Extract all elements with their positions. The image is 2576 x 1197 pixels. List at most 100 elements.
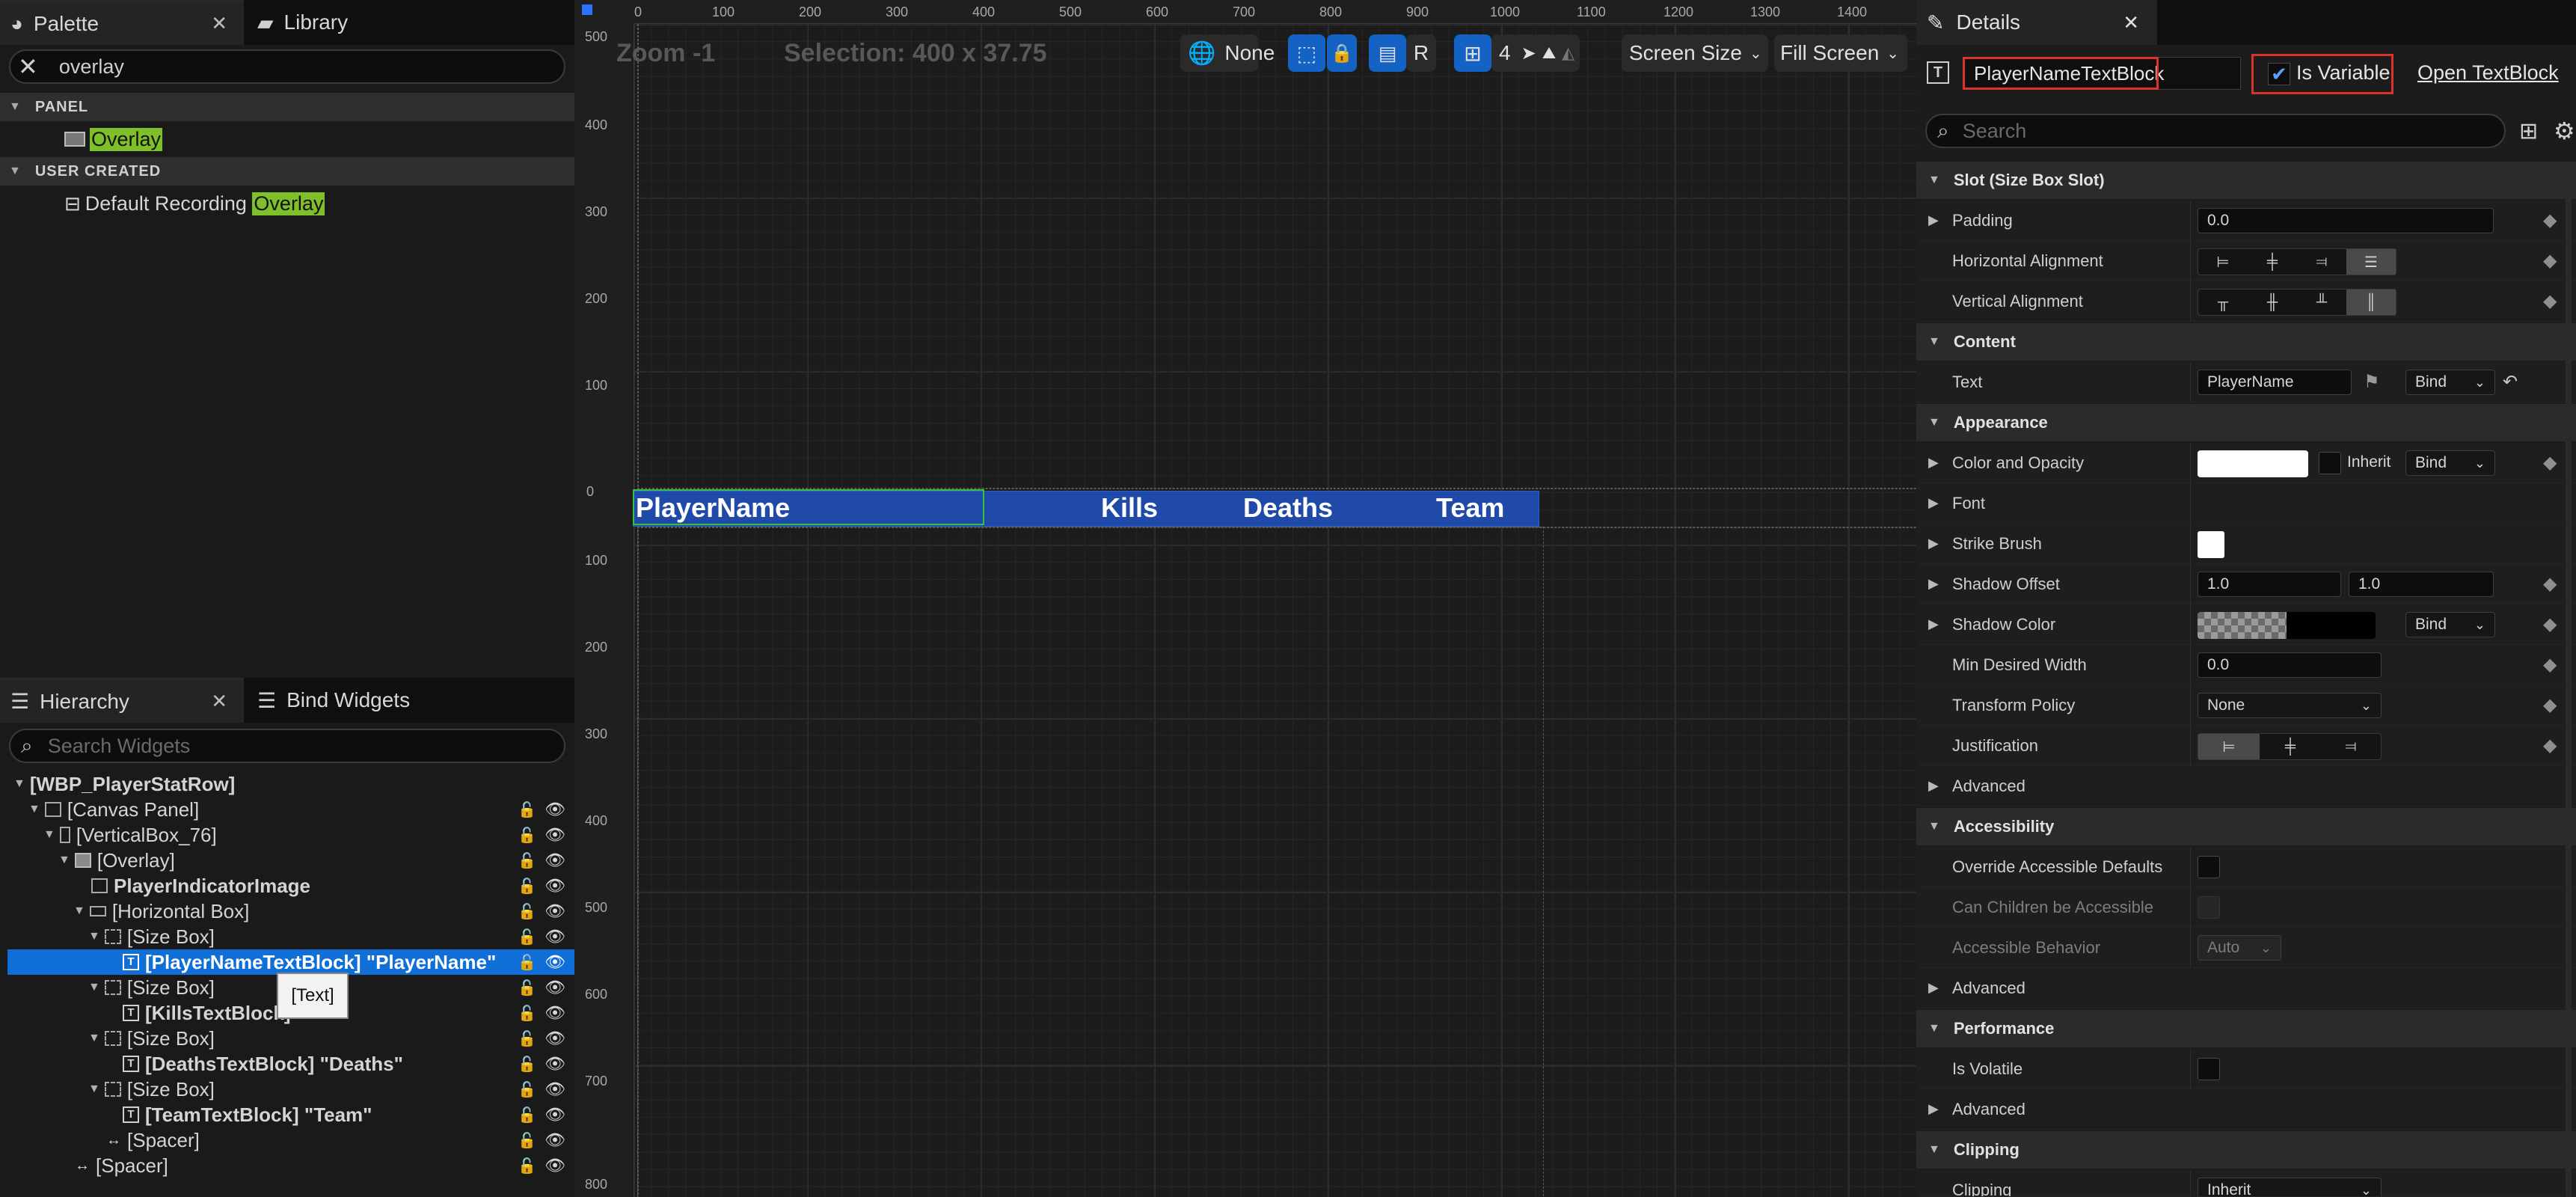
- snap-toggle-button[interactable]: ⬚: [1288, 34, 1325, 72]
- tree-row-overlay[interactable]: ▼ [Overlay] 🔓 👁: [0, 848, 574, 873]
- preview-team[interactable]: Team: [1436, 492, 1504, 524]
- min-width-input[interactable]: 0.0: [2198, 652, 2382, 678]
- lock-icon[interactable]: 🔓: [518, 953, 536, 972]
- tree-row-canvas-panel[interactable]: ▼ [Canvas Panel] 🔓 👁: [0, 797, 574, 822]
- align-top-icon[interactable]: ╥: [2198, 290, 2248, 315]
- palette-item-overlay[interactable]: Overlay: [64, 124, 163, 154]
- shadow-offset-y-input[interactable]: 1.0: [2349, 572, 2494, 597]
- eye-icon[interactable]: 👁: [545, 1054, 565, 1074]
- expand-triangle-icon[interactable]: ▶: [1928, 1101, 1939, 1117]
- tree-row-spacer[interactable]: ↔ [Spacer] 🔓 👁: [0, 1127, 574, 1153]
- tree-row-size-box[interactable]: ▼ [Size Box] 🔓 👁: [0, 1077, 574, 1102]
- section-slot[interactable]: ▼ Slot (Size Box Slot): [1916, 162, 2576, 199]
- lock-icon[interactable]: 🔓: [518, 1106, 536, 1124]
- align-right-icon[interactable]: ⫤: [2297, 249, 2346, 275]
- tree-row-vertical-box[interactable]: ▼ [VerticalBox_76] 🔓 👁: [0, 822, 574, 848]
- keyframe-icon[interactable]: ◆: [2543, 735, 2557, 756]
- section-accessibility[interactable]: ▼ Accessibility: [1916, 808, 2576, 845]
- palette-search-input[interactable]: ✕ overlay: [9, 49, 565, 84]
- color-swatch[interactable]: [2198, 450, 2308, 477]
- reset-arrow-icon[interactable]: ↶: [2503, 371, 2518, 393]
- close-icon[interactable]: ✕: [211, 12, 227, 35]
- prop-advanced[interactable]: ▶ Advanced: [1916, 1089, 2576, 1130]
- lock-icon[interactable]: 🔓: [518, 928, 536, 946]
- lock-icon[interactable]: 🔓: [518, 1131, 536, 1150]
- align-center-icon[interactable]: ╪: [2248, 249, 2297, 275]
- keyframe-icon[interactable]: ◆: [2543, 613, 2557, 635]
- keyframe-icon[interactable]: ◆: [2543, 250, 2557, 272]
- tree-row-team-text-block[interactable]: T [TeamTextBlock] "Team" 🔓 👁: [0, 1102, 574, 1127]
- text-input[interactable]: PlayerName: [2198, 370, 2352, 395]
- preview-player-name[interactable]: PlayerName: [636, 492, 790, 524]
- layout-toggle-button[interactable]: ▤: [1369, 34, 1406, 72]
- prop-advanced[interactable]: ▶ Advanced: [1916, 968, 2576, 1008]
- eye-icon[interactable]: 👁: [545, 1029, 565, 1048]
- tab-bind-widgets[interactable]: ☰ Bind Widgets: [247, 678, 471, 723]
- expand-triangle-icon[interactable]: ▶: [1928, 212, 1939, 228]
- lock-icon[interactable]: 🔓: [518, 826, 536, 845]
- tab-hierarchy[interactable]: ☰ Hierarchy ✕: [0, 678, 244, 723]
- eye-icon[interactable]: 👁: [545, 952, 565, 972]
- eye-icon[interactable]: 👁: [545, 978, 565, 997]
- tree-row-size-box[interactable]: ▼ [Size Box] 🔓 👁: [0, 1026, 574, 1051]
- lock-icon[interactable]: 🔓: [518, 1004, 536, 1023]
- clipping-dropdown[interactable]: Inherit ⌄: [2198, 1178, 2382, 1196]
- grid-snap-button[interactable]: ⊞: [1454, 34, 1491, 72]
- color-bind-dropdown[interactable]: Bind ⌄: [2405, 450, 2495, 476]
- keyframe-icon[interactable]: ◆: [2543, 573, 2557, 595]
- lock-icon[interactable]: 🔓: [518, 1055, 536, 1074]
- eye-icon[interactable]: 👁: [545, 825, 565, 845]
- respect-locks-button[interactable]: R: [1406, 34, 1436, 72]
- lock-icon[interactable]: 🔓: [518, 1029, 536, 1048]
- expand-triangle-icon[interactable]: ▶: [1928, 536, 1939, 551]
- section-clipping[interactable]: ▼ Clipping: [1916, 1131, 2576, 1169]
- justify-center-icon[interactable]: ╪: [2260, 734, 2321, 759]
- lock-icon[interactable]: 🔓: [518, 979, 536, 997]
- align-bottom-icon[interactable]: ╨: [2297, 290, 2346, 315]
- tree-row-horizontal-box[interactable]: ▼ [Horizontal Box] 🔓 👁: [0, 898, 574, 924]
- align-middle-icon[interactable]: ╫: [2248, 290, 2297, 315]
- designer-canvas[interactable]: 0 100 200 300 400 500 600 700 800 900 10…: [574, 0, 1916, 1197]
- eye-icon[interactable]: 👁: [545, 1080, 565, 1099]
- eye-icon[interactable]: 👁: [545, 851, 565, 870]
- tab-palette[interactable]: ◕ Palette ✕: [0, 0, 244, 45]
- expand-triangle-icon[interactable]: ▶: [1928, 495, 1939, 511]
- transform-policy-dropdown[interactable]: None ⌄: [2198, 693, 2382, 718]
- shadow-bind-dropdown[interactable]: Bind ⌄: [2405, 612, 2495, 637]
- text-bind-dropdown[interactable]: Bind ⌄: [2405, 370, 2495, 395]
- eye-icon[interactable]: 👁: [545, 1130, 565, 1150]
- details-scrollbar[interactable]: [2566, 162, 2572, 1197]
- clear-icon[interactable]: ✕: [18, 52, 38, 81]
- expand-triangle-icon[interactable]: ▶: [1928, 576, 1939, 592]
- keyframe-icon[interactable]: ◆: [2543, 694, 2557, 716]
- eye-icon[interactable]: 👁: [545, 1003, 565, 1023]
- align-fill-icon[interactable]: ☰: [2346, 249, 2396, 275]
- section-content[interactable]: ▼ Content: [1916, 323, 2576, 361]
- section-performance[interactable]: ▼ Performance: [1916, 1010, 2576, 1047]
- eye-icon[interactable]: 👁: [545, 1156, 565, 1175]
- category-panel[interactable]: ▼ PANEL: [0, 93, 574, 121]
- expand-triangle-icon[interactable]: ▶: [1928, 455, 1939, 471]
- screen-size-dropdown[interactable]: Screen Size ⌄: [1622, 34, 1768, 72]
- keyframe-icon[interactable]: ◆: [2543, 654, 2557, 676]
- prop-advanced[interactable]: ▶ Advanced: [1916, 766, 2576, 806]
- shadow-color-swatch[interactable]: [2198, 612, 2376, 639]
- lock-icon[interactable]: 🔓: [518, 851, 536, 870]
- expand-triangle-icon[interactable]: ▶: [1928, 616, 1939, 632]
- table-view-icon[interactable]: ⊞: [2519, 118, 2538, 144]
- lock-toggle-button[interactable]: 🔒: [1327, 34, 1357, 72]
- preview-deaths[interactable]: Deaths: [1243, 492, 1333, 524]
- preview-kills[interactable]: Kills: [1101, 492, 1158, 524]
- fill-screen-dropdown[interactable]: Fill Screen ⌄: [1774, 34, 1907, 72]
- lock-icon[interactable]: 🔓: [518, 877, 536, 896]
- eye-icon[interactable]: 👁: [545, 1105, 565, 1124]
- eye-icon[interactable]: 👁: [545, 901, 565, 921]
- keyframe-icon[interactable]: ◆: [2543, 290, 2557, 312]
- lock-icon[interactable]: 🔓: [518, 1157, 536, 1175]
- justify-right-icon[interactable]: ⫤: [2321, 734, 2381, 759]
- tab-details[interactable]: ✎ Details ✕: [1916, 0, 2157, 45]
- tree-row-size-box[interactable]: ▼ [Size Box] 🔓 👁: [0, 924, 574, 949]
- grid-size-dropdown[interactable]: 4 ➤ ⛰ ◭: [1491, 34, 1580, 72]
- keyframe-icon[interactable]: ◆: [2543, 452, 2557, 474]
- eye-icon[interactable]: 👁: [545, 927, 565, 946]
